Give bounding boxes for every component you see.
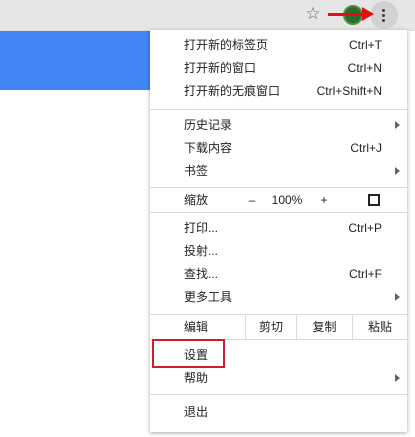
menu-item-bookmarks[interactable]: 书签 bbox=[150, 160, 407, 182]
menu-row-edit: 编辑 剪切 复制 粘贴 bbox=[150, 315, 407, 339]
menu-item-new-tab[interactable]: 打开新的标签页 Ctrl+T bbox=[150, 34, 407, 56]
annotation-arrow-line bbox=[328, 13, 364, 16]
menu-item-new-incognito[interactable]: 打开新的无痕窗口 Ctrl+Shift+N bbox=[150, 80, 407, 102]
menu-item-label: 打开新的标签页 bbox=[184, 38, 269, 52]
dot-icon bbox=[382, 14, 385, 17]
settings-highlight-box bbox=[152, 339, 225, 368]
zoom-out-button[interactable]: – bbox=[246, 188, 258, 212]
annotation-arrow-head bbox=[362, 7, 374, 21]
zoom-label: 缩放 bbox=[184, 193, 209, 207]
star-icon[interactable]: ☆ bbox=[303, 4, 323, 24]
submenu-arrow-icon bbox=[395, 167, 400, 175]
menu-divider bbox=[150, 109, 407, 110]
menu-row-zoom: 缩放 – 100% + bbox=[150, 188, 407, 212]
dot-icon bbox=[382, 19, 385, 22]
menu-item-label: 下载内容 bbox=[184, 141, 233, 155]
menu-item-label: 更多工具 bbox=[184, 290, 233, 304]
submenu-arrow-icon bbox=[395, 293, 400, 301]
menu-divider bbox=[150, 212, 407, 213]
menu-item-new-window[interactable]: 打开新的窗口 Ctrl+N bbox=[150, 57, 407, 79]
page-header-band bbox=[0, 31, 152, 90]
menu-divider bbox=[150, 394, 407, 395]
cut-button[interactable]: 剪切 bbox=[245, 315, 296, 339]
menu-item-print[interactable]: 打印... Ctrl+P bbox=[150, 217, 407, 239]
menu-item-help[interactable]: 帮助 bbox=[150, 367, 407, 389]
paste-button[interactable]: 粘贴 bbox=[352, 315, 407, 339]
zoom-in-button[interactable]: + bbox=[318, 188, 330, 212]
menu-item-shortcut: Ctrl+T bbox=[349, 38, 382, 52]
edit-label: 编辑 bbox=[184, 320, 209, 334]
menu-item-label: 查找... bbox=[184, 267, 219, 281]
copy-button[interactable]: 复制 bbox=[296, 315, 352, 339]
menu-item-label: 打开新的窗口 bbox=[184, 61, 257, 75]
submenu-arrow-icon bbox=[395, 374, 400, 382]
menu-item-find[interactable]: 查找... Ctrl+F bbox=[150, 263, 407, 285]
menu-item-shortcut: Ctrl+N bbox=[347, 61, 382, 75]
menu-item-exit[interactable]: 退出 bbox=[150, 401, 407, 423]
menu-item-downloads[interactable]: 下载内容 Ctrl+J bbox=[150, 137, 407, 159]
browser-toolbar: ☆ bbox=[0, 0, 415, 31]
menu-item-more-tools[interactable]: 更多工具 bbox=[150, 286, 407, 308]
menu-item-label: 退出 bbox=[184, 405, 209, 419]
menu-item-shortcut: Ctrl+J bbox=[350, 141, 382, 155]
fullscreen-icon[interactable] bbox=[368, 194, 380, 206]
menu-item-shortcut: Ctrl+Shift+N bbox=[316, 84, 382, 98]
menu-item-cast[interactable]: 投射... bbox=[150, 240, 407, 262]
chrome-menu-button[interactable] bbox=[370, 1, 398, 29]
menu-item-label: 书签 bbox=[184, 164, 209, 178]
menu-item-shortcut: Ctrl+F bbox=[349, 267, 382, 281]
menu-item-shortcut: Ctrl+P bbox=[348, 221, 382, 235]
menu-item-label: 打印... bbox=[184, 221, 219, 235]
menu-item-label: 帮助 bbox=[184, 371, 209, 385]
chrome-main-menu: 打开新的标签页 Ctrl+T 打开新的窗口 Ctrl+N 打开新的无痕窗口 Ct… bbox=[150, 30, 407, 432]
dot-icon bbox=[382, 9, 385, 12]
menu-item-history[interactable]: 历史记录 bbox=[150, 114, 407, 136]
menu-item-label: 历史记录 bbox=[184, 118, 233, 132]
menu-item-label: 投射... bbox=[184, 244, 219, 258]
submenu-arrow-icon bbox=[395, 121, 400, 129]
menu-item-label: 打开新的无痕窗口 bbox=[184, 84, 281, 98]
zoom-level: 100% bbox=[271, 193, 303, 207]
